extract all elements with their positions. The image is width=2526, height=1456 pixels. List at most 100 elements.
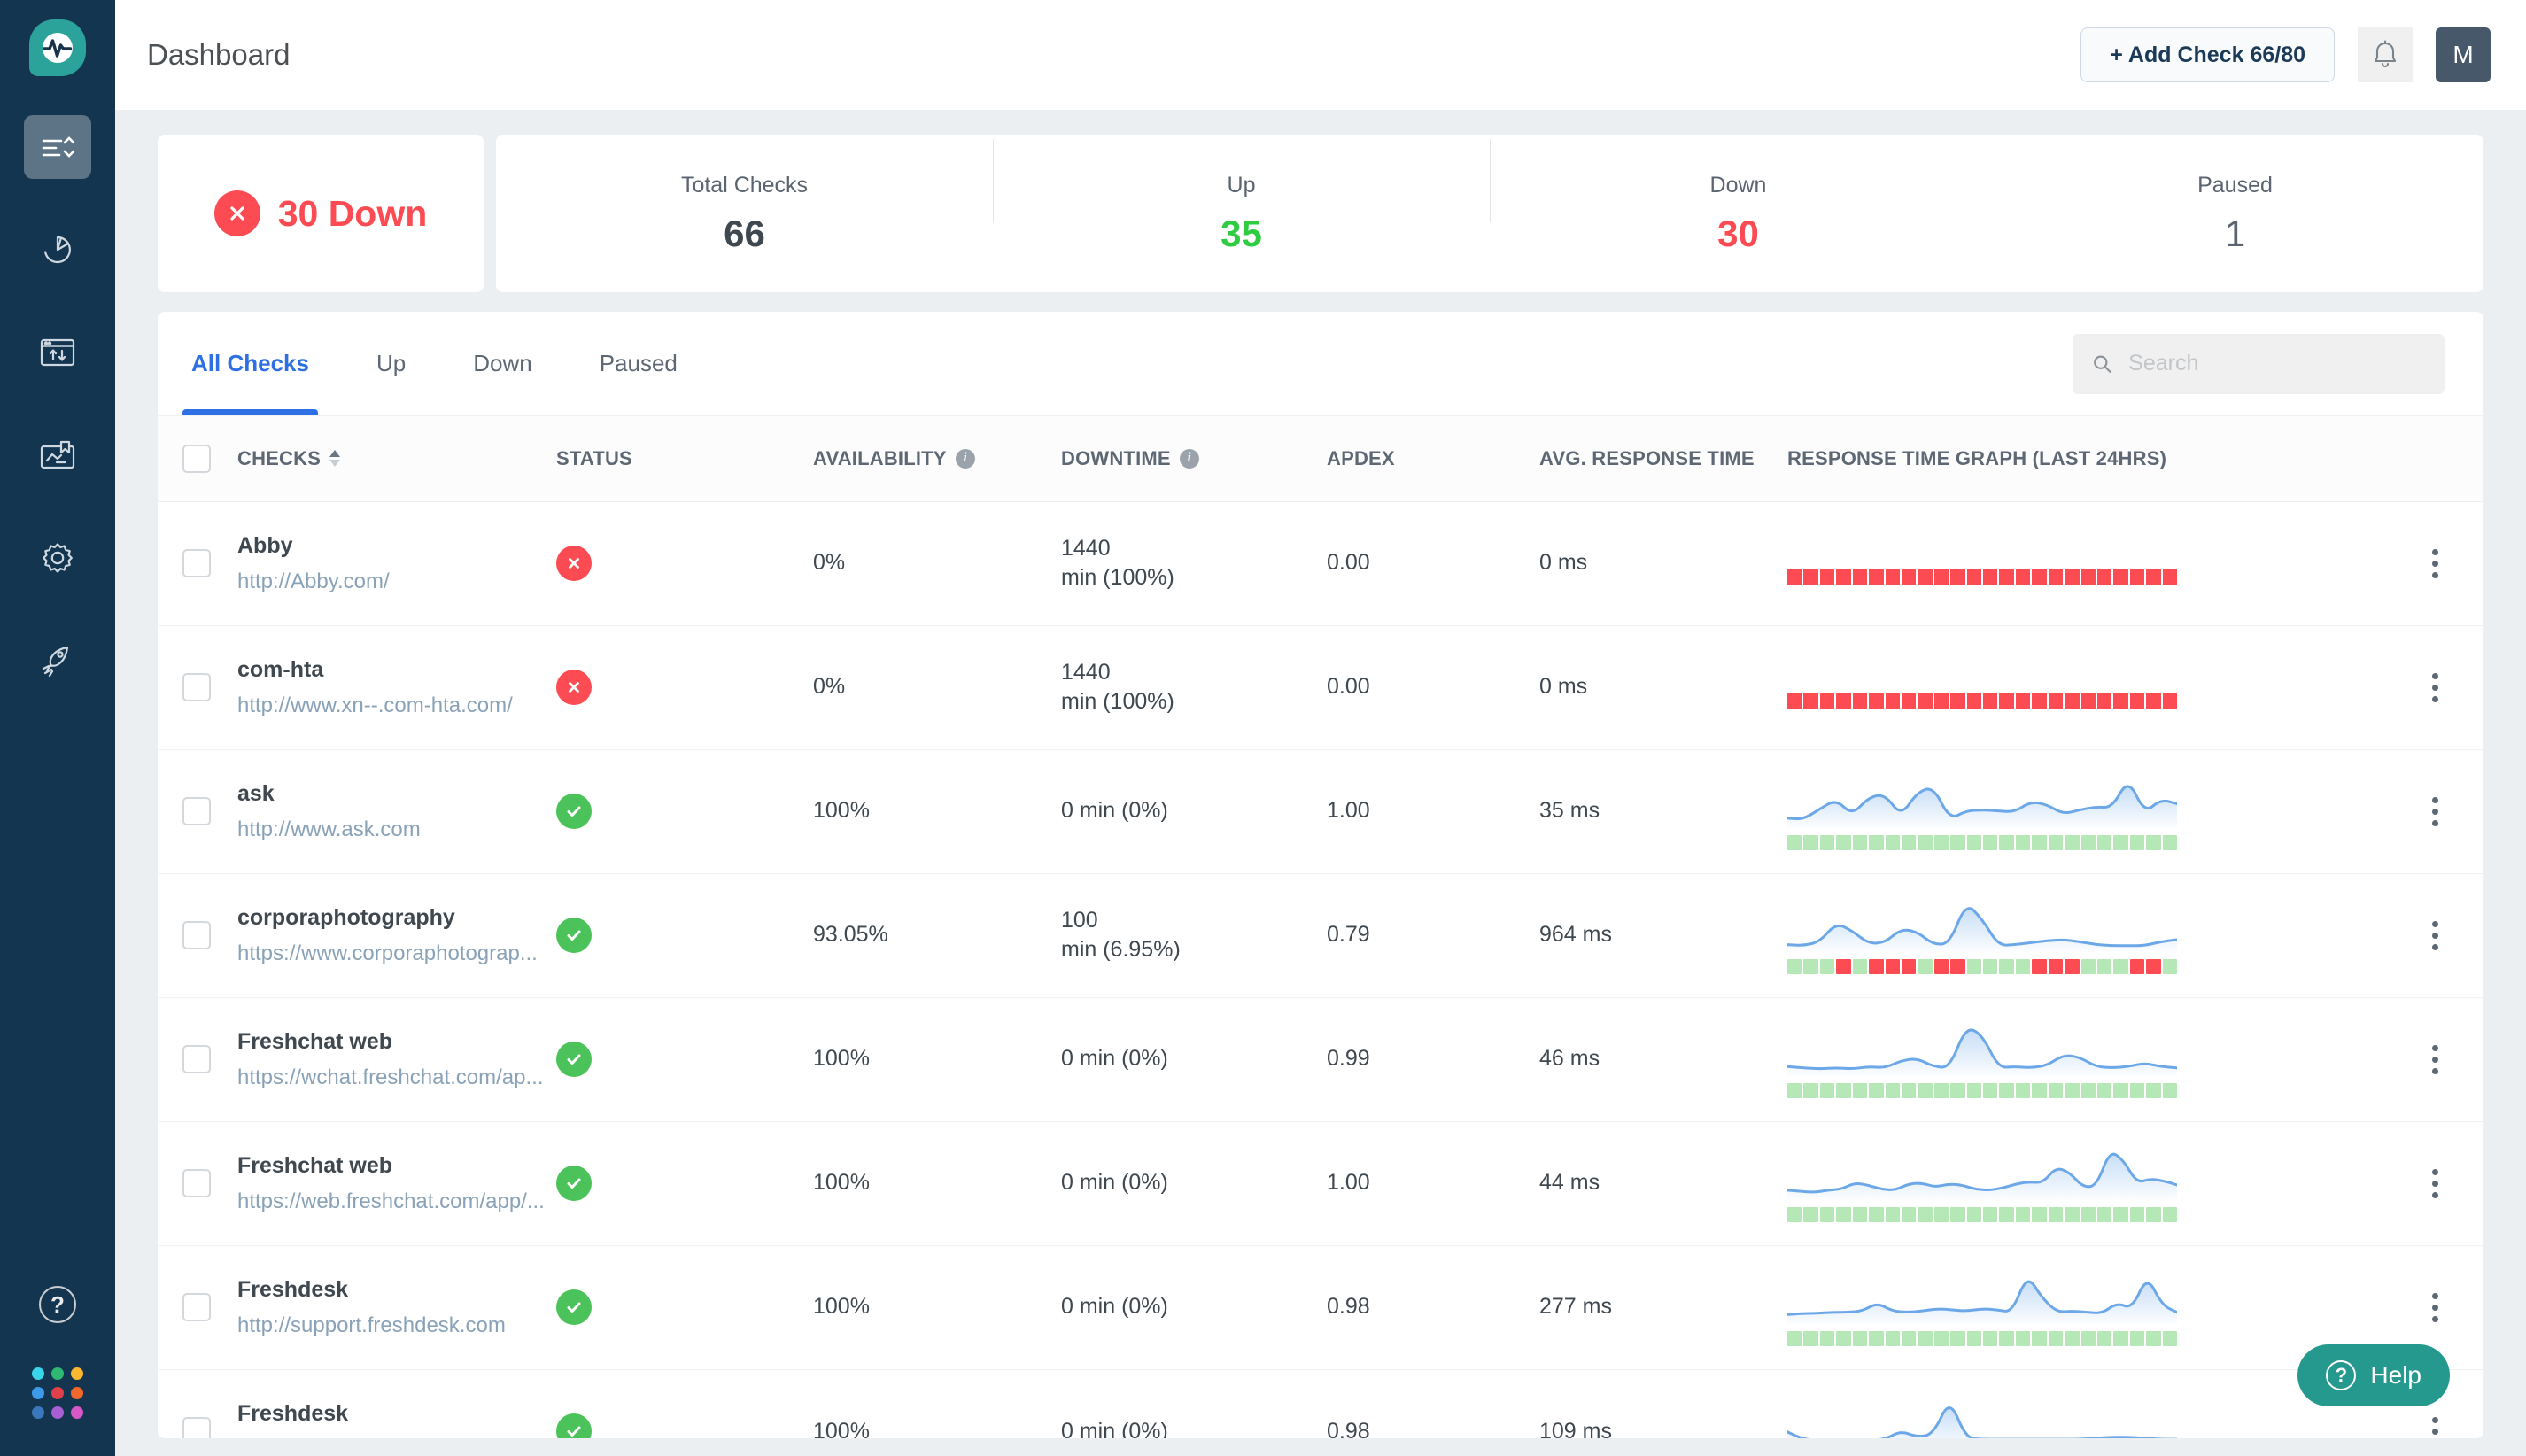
row-checkbox[interactable] xyxy=(182,1293,211,1321)
kebab-menu-icon[interactable] xyxy=(2386,1417,2483,1438)
check-url[interactable]: http://Abby.com/ xyxy=(237,569,556,594)
table-row[interactable]: com-htahttp://www.xn--.com-hta.com/0%144… xyxy=(158,625,2483,749)
status-block xyxy=(2081,1207,2096,1222)
row-checkbox[interactable] xyxy=(182,549,211,577)
status-block xyxy=(1934,569,1949,585)
table-header-row: CHECKS STATUS AVAILABILITY i xyxy=(158,416,2483,501)
status-block xyxy=(1869,835,1883,850)
check-url[interactable]: http://support.freshdesk.com xyxy=(237,1313,556,1338)
status-block xyxy=(1902,693,1916,709)
status-block xyxy=(1803,693,1817,709)
table-row[interactable]: Freshchat webhttps://wchat.freshchat.com… xyxy=(158,997,2483,1121)
cell-availability: 100% xyxy=(813,1245,1061,1369)
row-checkbox[interactable] xyxy=(182,1417,211,1438)
row-checkbox[interactable] xyxy=(182,1045,211,1073)
check-name: corporaphotography xyxy=(237,905,556,931)
status-block xyxy=(1853,835,1867,850)
status-block xyxy=(2130,959,2144,974)
info-icon[interactable]: i xyxy=(1180,449,1199,469)
tab-paused[interactable]: Paused xyxy=(566,312,711,415)
downtime-value: 0 min (0%) xyxy=(1061,1168,1327,1198)
status-block xyxy=(2016,959,2030,974)
search-box[interactable] xyxy=(2073,334,2445,394)
status-block xyxy=(1787,959,1802,974)
table-row[interactable]: corporaphotography https://www.corporapho… xyxy=(158,873,2483,997)
cell-status xyxy=(556,997,813,1121)
status-block xyxy=(2130,1083,2144,1098)
tab-all-checks[interactable]: All Checks xyxy=(158,312,343,415)
question-mark-icon[interactable]: ? xyxy=(39,1286,76,1323)
info-icon[interactable]: i xyxy=(956,449,975,469)
response-time-sparkline xyxy=(1787,1393,2177,1438)
add-check-button[interactable]: + Add Check 66/80 xyxy=(2080,27,2335,82)
table-row[interactable]: Freshchat webhttps://web.freshchat.com/a… xyxy=(158,1121,2483,1245)
status-block xyxy=(1950,959,1964,974)
status-block xyxy=(1820,959,1834,974)
app-logo[interactable] xyxy=(29,19,86,76)
status-block xyxy=(1967,693,1981,709)
kebab-menu-icon[interactable] xyxy=(2386,549,2483,578)
status-block xyxy=(2032,959,2046,974)
row-checkbox[interactable] xyxy=(182,1169,211,1197)
status-block xyxy=(1886,959,1900,974)
kebab-menu-icon[interactable] xyxy=(2386,1293,2483,1322)
avatar[interactable]: M xyxy=(2436,27,2491,82)
app-grid-icon[interactable] xyxy=(32,1367,83,1419)
sidebar-item-launch[interactable] xyxy=(24,629,91,693)
list-sort-icon xyxy=(40,131,75,163)
sidebar-item-transfers[interactable] xyxy=(24,321,91,384)
status-block xyxy=(1983,693,1997,709)
check-url[interactable]: https://web.freshchat.com/app/... xyxy=(237,1189,556,1214)
tab-up[interactable]: Up xyxy=(343,312,439,415)
cell-row-actions xyxy=(2386,501,2483,625)
table-row[interactable]: askhttp://www.ask.com100%0 min (0%)1.003… xyxy=(158,749,2483,873)
check-url[interactable]: http://www.xn--.com-hta.com/ xyxy=(237,693,556,718)
help-button[interactable]: ? Help xyxy=(2297,1344,2450,1406)
kebab-menu-icon[interactable] xyxy=(2386,921,2483,950)
kebab-menu-icon[interactable] xyxy=(2386,1169,2483,1198)
status-block xyxy=(1950,1083,1964,1098)
table-row[interactable]: Freshdeskhttp://support.freshdesk.com100… xyxy=(158,1245,2483,1369)
sort-arrows-icon[interactable] xyxy=(329,450,340,467)
notifications-button[interactable] xyxy=(2358,27,2413,82)
row-checkbox[interactable] xyxy=(182,797,211,825)
status-block xyxy=(2081,959,2096,974)
sidebar-item-checks[interactable] xyxy=(24,115,91,179)
check-url[interactable]: http://freshdesk.com/ xyxy=(237,1437,556,1438)
avg-response-time-value: 964 ms xyxy=(1539,920,1787,950)
sidebar-item-reports[interactable] xyxy=(24,218,91,282)
kebab-menu-icon[interactable] xyxy=(2386,797,2483,826)
kebab-menu-icon[interactable] xyxy=(2386,673,2483,702)
status-block xyxy=(1820,1331,1834,1346)
status-block xyxy=(1999,1331,2013,1346)
table-row[interactable]: Freshdeskhttp://freshdesk.com/100%0 min … xyxy=(158,1369,2483,1438)
th-checks[interactable]: CHECKS xyxy=(237,416,556,501)
cell-check: Freshchat webhttps://web.freshchat.com/a… xyxy=(237,1121,556,1245)
sidebar-item-status-pages[interactable] xyxy=(24,423,91,487)
cell-status xyxy=(556,749,813,873)
status-block xyxy=(2032,569,2046,585)
cell-check: com-htahttp://www.xn--.com-hta.com/ xyxy=(237,625,556,749)
th-art-label: AVG. RESPONSE TIME xyxy=(1539,447,1755,470)
cell-response-graph xyxy=(1787,749,2386,873)
check-name: ask xyxy=(237,781,556,807)
search-input[interactable] xyxy=(2128,351,2425,376)
check-url[interactable]: https://wchat.freshchat.com/ap... xyxy=(237,1065,556,1090)
downtime-value: 0 min (0%) xyxy=(1061,1417,1327,1439)
status-block xyxy=(1983,1331,1997,1346)
tab-down[interactable]: Down xyxy=(439,312,565,415)
check-url[interactable]: https://www.corporaphotograp... xyxy=(237,941,556,966)
row-checkbox[interactable] xyxy=(182,921,211,949)
status-block xyxy=(2130,1207,2144,1222)
stats-row: 30 Down Total Checks 66 Up 35 Down 30 xyxy=(158,135,2483,292)
status-block xyxy=(1787,693,1802,709)
select-all-checkbox[interactable] xyxy=(182,445,211,473)
status-block xyxy=(1836,569,1850,585)
cell-response-graph xyxy=(1787,1369,2386,1438)
table-row[interactable]: Abbyhttp://Abby.com/0%1440min (100%)0.00… xyxy=(158,501,2483,625)
kebab-menu-icon[interactable] xyxy=(2386,1045,2483,1074)
cell-select xyxy=(158,1369,237,1438)
sidebar-item-settings[interactable] xyxy=(24,526,91,590)
check-url[interactable]: http://www.ask.com xyxy=(237,817,556,842)
row-checkbox[interactable] xyxy=(182,673,211,701)
